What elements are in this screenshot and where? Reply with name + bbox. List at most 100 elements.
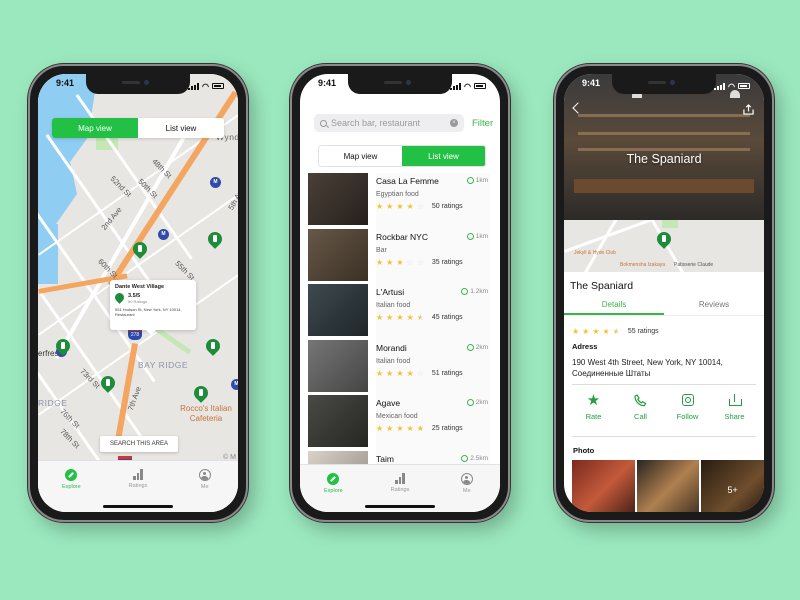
- search-input[interactable]: Search bar, restaurant ×: [314, 114, 464, 132]
- poi-label: Patisserie Claude: [674, 262, 714, 268]
- rating-stars: ★ ★ ★ ★ ☆ 50 ratings: [376, 203, 490, 211]
- tab-me[interactable]: Me: [433, 465, 500, 512]
- tab-reviews[interactable]: Reviews: [664, 300, 764, 315]
- street-label: 5th Ave: [226, 185, 238, 212]
- hero-image: The Spaniard: [564, 74, 764, 220]
- distance: 1.2km: [461, 288, 488, 295]
- restaurant-pin[interactable]: [657, 232, 671, 250]
- tab-explore[interactable]: Explore: [38, 461, 105, 512]
- address-text: 190 West 4th Street, New York, NY 10014,…: [572, 358, 723, 378]
- restaurant-category: Italian food: [376, 357, 411, 365]
- distance: 1km: [466, 232, 488, 240]
- subway-icon: M: [158, 229, 169, 240]
- ratings-count: 51 ratings: [431, 369, 463, 377]
- home-indicator: [365, 505, 435, 508]
- distance: 1km: [466, 177, 488, 184]
- restaurant-list-item[interactable]: L'Artusi 1.2km Italian food ★ ★ ★ ★ ★ 45 ratings: [308, 284, 490, 340]
- divider: [572, 436, 756, 437]
- view-toggle: Map view List view: [318, 145, 486, 167]
- ratings-count: 45 ratings: [431, 314, 463, 321]
- subway-icon: M: [210, 177, 221, 188]
- street-label: 55th St: [173, 258, 197, 283]
- restaurant-list-item[interactable]: Agave 2km Mexican food ★ ★ ★ ★ ★ 25 ratings: [308, 395, 490, 451]
- star-filled-icon: ★: [376, 368, 384, 378]
- photo-thumb[interactable]: [572, 460, 635, 512]
- restaurant-pin[interactable]: [101, 376, 115, 394]
- star-filled-icon: ★: [406, 368, 414, 378]
- filter-button[interactable]: Filter: [472, 118, 493, 129]
- call-button[interactable]: Call: [621, 392, 661, 421]
- poi-label[interactable]: Rocco's Italian Cafeteria: [176, 404, 236, 424]
- star-filled-icon: ★: [376, 424, 384, 433]
- poi-label: Bokmensha Izakaya: [620, 262, 666, 268]
- restaurant-category: Bar: [376, 246, 387, 254]
- list-view-tab[interactable]: List view: [138, 118, 224, 138]
- clear-icon[interactable]: ×: [450, 119, 458, 127]
- follow-button[interactable]: Follow: [668, 392, 708, 421]
- phone-icon: [634, 394, 647, 407]
- restaurant-thumbnail: [308, 284, 368, 336]
- star-filled-icon: ★: [386, 424, 394, 433]
- restaurant-pin[interactable]: [194, 386, 208, 404]
- star-filled-icon: ★: [396, 424, 404, 433]
- home-indicator: [103, 505, 173, 508]
- star-filled-icon: ★: [416, 424, 424, 433]
- compass-icon: [327, 473, 340, 485]
- tab-explore[interactable]: Explore: [300, 465, 367, 512]
- list-view-tab[interactable]: List view: [402, 146, 485, 166]
- restaurant-list-item[interactable]: Morandi 2km Italian food ★ ★ ★ ★ ☆ 51 ratings: [308, 339, 490, 395]
- location-icon: [466, 343, 474, 351]
- more-photos-count[interactable]: 5+: [701, 460, 764, 512]
- location-icon: [466, 232, 474, 240]
- phone-detail-view: 9:41 ◠ The Spaniard Jekyll & Hyde Club B…: [554, 64, 774, 522]
- phone-map-view: 9:41 ◠ 52nd St 50th St 48th St 2nd Ave 6…: [28, 64, 248, 522]
- callout-address: 551 Hudson St, New York, NY 10014, Resta…: [115, 307, 182, 317]
- restaurant-pin[interactable]: [206, 339, 220, 357]
- restaurant-callout[interactable]: Dante West Village 3.5/5 50 Ratings 551 H…: [110, 280, 196, 335]
- search-this-area-button[interactable]: SEARCH THIS AREA: [100, 436, 178, 452]
- rate-button[interactable]: ★ Rate: [574, 392, 614, 421]
- view-toggle: Map view List view: [52, 118, 224, 138]
- bar-chart-icon: [395, 473, 405, 484]
- compass-icon: [65, 469, 78, 481]
- star-filled-icon: ★: [376, 257, 384, 267]
- star-filled-icon: ★: [406, 313, 414, 322]
- bar-chart-icon: [133, 469, 143, 480]
- photo-thumb[interactable]: 5+: [701, 460, 764, 512]
- ratings-count: 35 ratings: [431, 258, 463, 266]
- map-view-tab[interactable]: Map view: [52, 118, 138, 138]
- share-icon[interactable]: [743, 104, 754, 115]
- location-map[interactable]: Jekyll & Hyde Club Bokmensha Izakaya Pat…: [564, 220, 764, 272]
- restaurant-category: Italian food: [376, 302, 411, 309]
- hero-title: The Spaniard: [626, 152, 702, 166]
- battery-icon: [738, 83, 750, 89]
- restaurant-pin[interactable]: [208, 232, 222, 250]
- photo-heading: Photo: [573, 446, 595, 455]
- restaurant-list-item[interactable]: Rockbar NYC 1km Bar ★ ★ ★ ☆ ☆ 35 ratings: [308, 228, 490, 284]
- restaurant-thumbnail: [308, 395, 368, 447]
- wifi-icon: ◠: [464, 81, 471, 91]
- rating-stars: ★ ★ ★ ★ ★ 25 ratings: [376, 425, 490, 433]
- distance: 2km: [466, 399, 488, 406]
- restaurant-category: Mexican food: [376, 413, 418, 420]
- share-button[interactable]: Share: [715, 392, 755, 421]
- wifi-icon: ◠: [728, 81, 735, 91]
- map-view-tab[interactable]: Map view: [319, 146, 402, 166]
- notch: [348, 74, 452, 94]
- subway-icon: M: [231, 379, 238, 390]
- phone-list-view: 9:41 ◠ Search bar, restaurant × Filter M…: [290, 64, 510, 522]
- restaurant-pin[interactable]: [133, 242, 147, 260]
- callout-name: Dante West Village: [115, 284, 165, 290]
- tab-details[interactable]: Details: [564, 300, 664, 315]
- location-icon: [461, 288, 469, 295]
- star-filled-icon: ★: [386, 368, 394, 378]
- restaurant-name: The Spaniard: [570, 280, 634, 292]
- tab-me[interactable]: Me: [171, 461, 238, 512]
- restaurant-pin[interactable]: [56, 339, 70, 357]
- restaurant-category: Egyptian food: [376, 191, 419, 198]
- status-time: 9:41: [56, 78, 75, 88]
- photo-thumb[interactable]: [636, 460, 700, 512]
- restaurant-list-item[interactable]: Casa La Femme 1km Egyptian food ★ ★ ★ ★ ☆ 50 rat…: [308, 173, 490, 229]
- list-screen: 9:41 ◠ Search bar, restaurant × Filter M…: [300, 74, 500, 512]
- rating-stars: ★ ★ ★ ★ ★ 45 ratings: [376, 314, 490, 322]
